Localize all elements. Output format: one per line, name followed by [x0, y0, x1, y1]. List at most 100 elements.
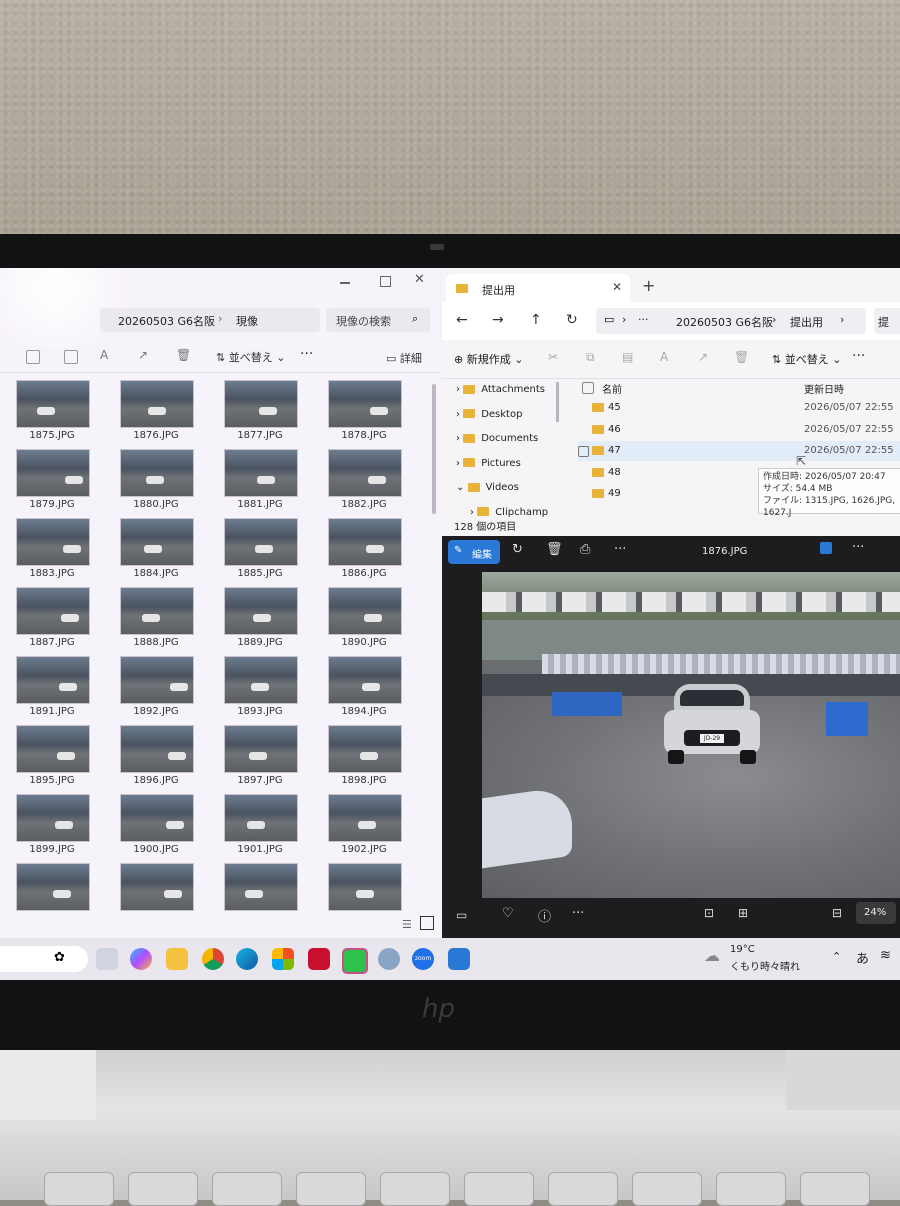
- address-bar[interactable]: 20260503 G6名阪 › 現像: [100, 308, 320, 332]
- refresh-icon[interactable]: ↻: [566, 312, 578, 328]
- nav-item[interactable]: › Pictures: [456, 458, 521, 469]
- breadcrumb-sub[interactable]: 現像: [236, 313, 258, 329]
- thumbnail-item[interactable]: 1898.JPG: [318, 725, 422, 795]
- thumbnail-item[interactable]: [6, 863, 110, 933]
- breadcrumb-folder[interactable]: 20260503 G6名阪: [118, 313, 215, 329]
- thumbnail-item[interactable]: [214, 863, 318, 933]
- actual-size-icon[interactable]: ⊞: [738, 906, 748, 920]
- thumbnail-item[interactable]: 1879.JPG: [6, 449, 110, 519]
- forward-icon[interactable]: →: [492, 312, 504, 328]
- thumbnail-item[interactable]: 1897.JPG: [214, 725, 318, 795]
- paste-icon[interactable]: ▤: [622, 350, 633, 364]
- search-box[interactable]: 提: [874, 308, 900, 334]
- photo-canvas[interactable]: JD-29: [482, 572, 900, 898]
- copy-icon[interactable]: ⧉: [586, 350, 595, 365]
- thumbnail-item[interactable]: 1899.JPG: [6, 794, 110, 864]
- favorite-icon[interactable]: ♡: [502, 906, 514, 921]
- new-button[interactable]: ⊕ 新規作成 ⌄: [454, 351, 523, 367]
- select-all-checkbox[interactable]: [582, 382, 594, 394]
- cut-icon[interactable]: ✂: [548, 350, 558, 364]
- nav-scrollbar[interactable]: [556, 382, 559, 422]
- back-icon[interactable]: ←: [456, 312, 468, 328]
- scrollbar[interactable]: [432, 384, 436, 514]
- thumbnail-item[interactable]: 1876.JPG: [110, 380, 214, 450]
- sort-button[interactable]: ⇅ 並べ替え ⌄: [216, 349, 285, 365]
- nav-item[interactable]: ⌄ Videos: [456, 482, 519, 493]
- photos-icon[interactable]: [448, 948, 470, 970]
- nav-item[interactable]: › Documents: [456, 433, 538, 444]
- filmstrip-icon[interactable]: ▭: [456, 908, 467, 922]
- chevron-right-icon[interactable]: ›: [456, 433, 463, 444]
- copilot-icon[interactable]: [130, 948, 152, 970]
- thumbnail-item[interactable]: 1877.JPG: [214, 380, 318, 450]
- thumbnail-item[interactable]: 1880.JPG: [110, 449, 214, 519]
- zoom-level[interactable]: 24%: [856, 902, 896, 924]
- settings-icon[interactable]: [378, 948, 400, 970]
- rename-icon[interactable]: A: [100, 348, 108, 362]
- more-icon[interactable]: ···: [614, 542, 626, 557]
- chevron-up-icon[interactable]: ⌃: [832, 950, 841, 963]
- thumbnail-item[interactable]: 1887.JPG: [6, 587, 110, 657]
- thumbnail-item[interactable]: 1895.JPG: [6, 725, 110, 795]
- file-row[interactable]: 47 2026/05/07 22:55: [578, 441, 900, 461]
- up-icon[interactable]: ↑: [530, 312, 542, 328]
- store-icon[interactable]: [272, 948, 294, 970]
- thumbnail-item[interactable]: 1894.JPG: [318, 656, 422, 726]
- file-row[interactable]: 46 2026/05/07 22:55: [578, 420, 900, 440]
- address-bar[interactable]: ▭ › ··· 20260503 G6名阪 › 提出用 ›: [596, 308, 866, 334]
- ellipsis-icon[interactable]: ···: [638, 313, 649, 326]
- column-date[interactable]: 更新日時: [804, 381, 844, 396]
- paste-icon[interactable]: [64, 350, 78, 364]
- thumbnail-item[interactable]: 1885.JPG: [214, 518, 318, 588]
- search-box[interactable]: 現像の検索 ⌕: [326, 308, 430, 332]
- thumbnail-item[interactable]: 1878.JPG: [318, 380, 422, 450]
- chevron-right-icon[interactable]: ›: [456, 384, 463, 395]
- thumbnail-item[interactable]: 1881.JPG: [214, 449, 318, 519]
- column-name[interactable]: 名前: [602, 381, 622, 396]
- tab-close-icon[interactable]: ✕: [612, 280, 622, 294]
- more-icon[interactable]: ···: [300, 346, 313, 362]
- thumbnail-item[interactable]: 1891.JPG: [6, 656, 110, 726]
- print-icon[interactable]: ⎙: [580, 542, 590, 557]
- delete-icon[interactable]: 🗑: [734, 350, 749, 364]
- copy-icon[interactable]: [26, 350, 40, 364]
- nav-item[interactable]: › Attachments: [456, 384, 545, 395]
- ime-indicator[interactable]: あ: [856, 948, 869, 967]
- thumbnail-item[interactable]: 1890.JPG: [318, 587, 422, 657]
- edit-button[interactable]: ✎ 編集: [448, 540, 500, 564]
- thumbnail-item[interactable]: 1884.JPG: [110, 518, 214, 588]
- weather-icon[interactable]: ☁: [704, 946, 720, 965]
- chevron-right-icon[interactable]: ›: [470, 507, 477, 518]
- details-button[interactable]: ▭ 詳細: [386, 350, 422, 366]
- tab-submit[interactable]: 提出用 ✕: [446, 274, 630, 302]
- wifi-icon[interactable]: ≋: [880, 948, 891, 963]
- file-explorer-icon[interactable]: [166, 948, 188, 970]
- close-icon[interactable]: ✕: [414, 272, 425, 287]
- mcafee-icon[interactable]: [308, 948, 330, 970]
- more-icon[interactable]: ···: [852, 540, 864, 555]
- thumbnail-item[interactable]: 1889.JPG: [214, 587, 318, 657]
- share-icon[interactable]: ↗: [698, 350, 708, 364]
- maximize-icon[interactable]: [380, 276, 391, 287]
- rename-icon[interactable]: A: [660, 350, 668, 364]
- new-tab-icon[interactable]: +: [642, 276, 655, 295]
- file-row[interactable]: 45 2026/05/07 22:55: [578, 398, 900, 418]
- fit-icon[interactable]: ⊡: [704, 906, 714, 920]
- thumbnail-item[interactable]: 1892.JPG: [110, 656, 214, 726]
- info-icon[interactable]: ⓘ: [538, 906, 551, 925]
- thumbnail-item[interactable]: 1888.JPG: [110, 587, 214, 657]
- row-checkbox[interactable]: [578, 446, 589, 457]
- delete-icon[interactable]: 🗑: [176, 348, 191, 362]
- zoom-app-icon[interactable]: zoom: [412, 948, 434, 970]
- thumbnail-item[interactable]: [110, 863, 214, 933]
- thumbnail-item[interactable]: 1875.JPG: [6, 380, 110, 450]
- task-view-icon[interactable]: [96, 948, 118, 970]
- chrome-icon[interactable]: [202, 948, 224, 970]
- thumbnail-item[interactable]: 1882.JPG: [318, 449, 422, 519]
- zoom-icon[interactable]: ⊟: [832, 906, 842, 920]
- search-bar[interactable]: ✿: [0, 946, 88, 972]
- gallery-icon[interactable]: [820, 542, 832, 554]
- chevron-down-icon[interactable]: ⌄: [456, 482, 468, 493]
- chevron-right-icon[interactable]: ›: [456, 458, 463, 469]
- thumbnail-item[interactable]: 1883.JPG: [6, 518, 110, 588]
